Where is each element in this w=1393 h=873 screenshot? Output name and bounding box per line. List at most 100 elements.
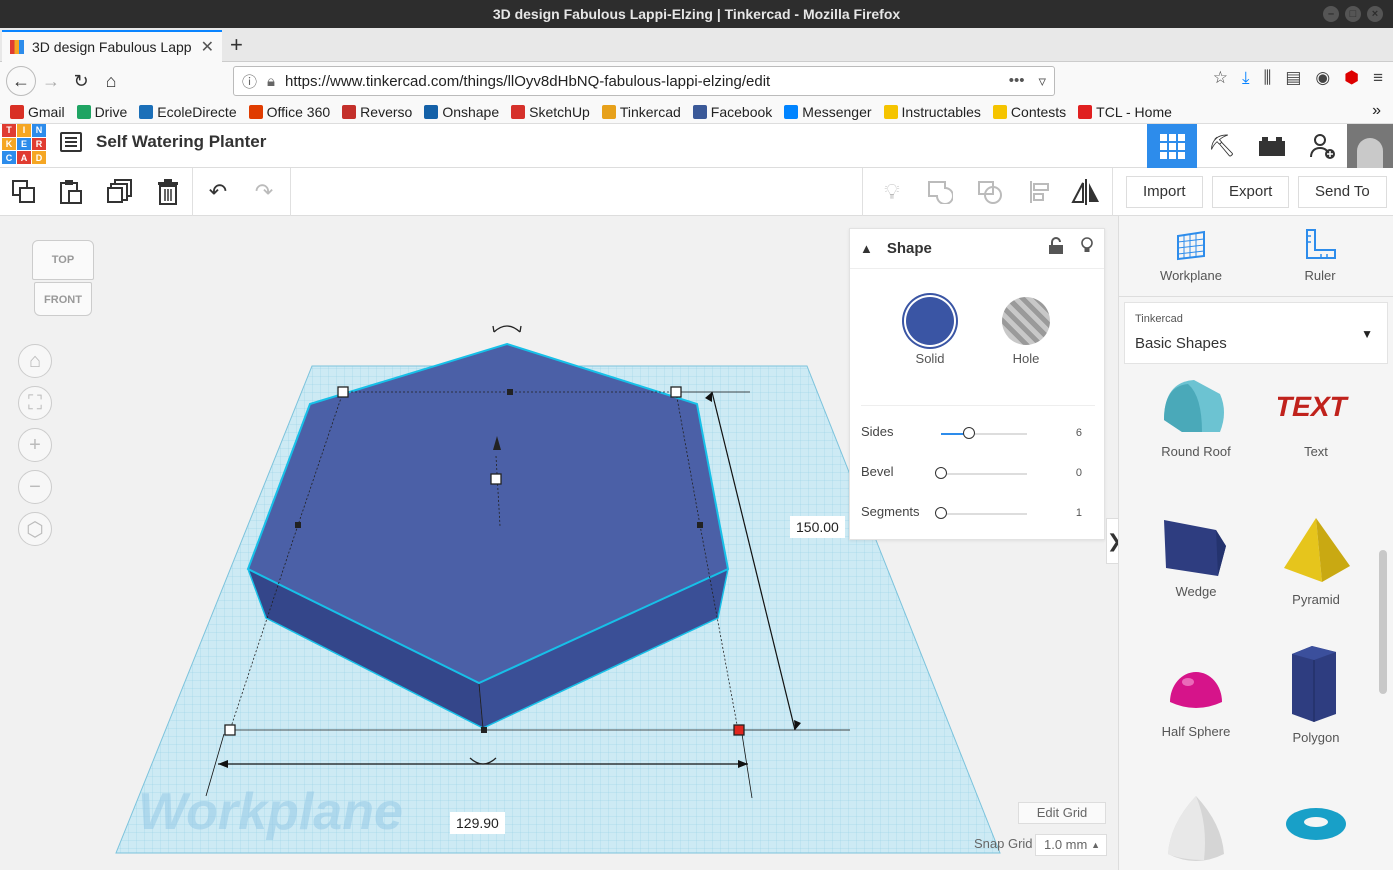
zoom-in-icon[interactable]: + bbox=[18, 428, 52, 462]
bookmark-tcl-home[interactable]: TCL - Home bbox=[1078, 104, 1172, 120]
bookmark-reverso[interactable]: Reverso bbox=[342, 104, 412, 120]
home-view-icon[interactable]: ⌂ bbox=[18, 344, 52, 378]
collapse-inspector-icon[interactable]: ▲ bbox=[860, 241, 873, 256]
zoom-out-icon[interactable]: − bbox=[18, 470, 52, 504]
maximize-icon[interactable]: □ bbox=[1345, 6, 1361, 22]
workplane-tool[interactable]: Workplane bbox=[1146, 228, 1236, 283]
close-window-icon[interactable]: × bbox=[1367, 6, 1383, 22]
reload-icon[interactable]: ↻ bbox=[66, 66, 96, 96]
undo-icon[interactable]: ↶ bbox=[202, 176, 234, 208]
copy-icon[interactable] bbox=[8, 176, 40, 208]
paste-icon[interactable] bbox=[55, 176, 87, 208]
shape-text[interactable]: TEXT Text bbox=[1261, 376, 1371, 459]
sides-slider-knob[interactable] bbox=[963, 427, 976, 439]
library-icon[interactable]: ⫼ bbox=[1264, 68, 1272, 88]
width-dimension-input[interactable]: 129.90 bbox=[450, 812, 505, 834]
back-icon[interactable]: ← bbox=[6, 66, 36, 96]
ruler-tool[interactable]: Ruler bbox=[1275, 228, 1365, 283]
group-icon[interactable] bbox=[924, 176, 956, 208]
segments-value[interactable]: 1 bbox=[1076, 507, 1082, 519]
solid-label[interactable]: Solid bbox=[890, 351, 970, 366]
app-header: TIN KER CAD Self Watering Planter ⛏ bbox=[0, 124, 1393, 168]
3d-view-grid-icon[interactable] bbox=[1147, 124, 1197, 168]
bookmark-tinkercad[interactable]: Tinkercad bbox=[601, 104, 681, 120]
ungroup-icon[interactable] bbox=[974, 176, 1006, 208]
bookmark-onshape[interactable]: Onshape bbox=[424, 104, 499, 120]
shape-torus[interactable] bbox=[1261, 794, 1371, 862]
bevel-slider-knob[interactable] bbox=[935, 467, 947, 479]
add-user-icon[interactable] bbox=[1297, 124, 1347, 168]
view-cube[interactable]: TOP FRONT bbox=[28, 240, 98, 318]
bevel-value[interactable]: 0 bbox=[1076, 467, 1082, 479]
bookmark-ecoledirecte[interactable]: EcoleDirecte bbox=[139, 104, 237, 120]
sides-value[interactable]: 6 bbox=[1076, 427, 1082, 439]
sides-slider[interactable] bbox=[941, 427, 1027, 439]
page-actions-icon[interactable]: ••• bbox=[1009, 72, 1025, 90]
shape-pyramid[interactable]: Pyramid bbox=[1261, 516, 1371, 607]
sidebar-scrollbar[interactable] bbox=[1379, 550, 1387, 694]
bevel-slider[interactable] bbox=[935, 467, 1027, 479]
unlock-icon[interactable] bbox=[1048, 237, 1064, 260]
pickaxe-icon[interactable]: ⛏ bbox=[1197, 124, 1247, 168]
new-tab-icon[interactable]: + bbox=[230, 32, 243, 58]
lightbulb-icon[interactable] bbox=[1080, 237, 1094, 260]
shape-half-sphere[interactable]: Half Sphere bbox=[1141, 656, 1251, 739]
bookmark-instructables[interactable]: Instructables bbox=[883, 104, 981, 120]
downloads-icon[interactable]: ⤓ bbox=[1242, 68, 1250, 88]
minimize-icon[interactable]: – bbox=[1323, 6, 1339, 22]
export-button[interactable]: Export bbox=[1212, 176, 1290, 208]
home-icon[interactable]: ⌂ bbox=[96, 66, 126, 96]
url-text[interactable]: https://www.tinkercad.com/things/llOyv8d… bbox=[285, 73, 770, 90]
url-bar[interactable]: ⓘ 🔒︎ https://www.tinkercad.com/things/ll… bbox=[233, 66, 1055, 96]
mirror-icon[interactable] bbox=[1070, 176, 1102, 208]
hole-label[interactable]: Hole bbox=[986, 351, 1066, 366]
notes-lightbulb-icon[interactable]: 💡︎ bbox=[876, 176, 908, 208]
close-tab-icon[interactable]: ✕ bbox=[201, 37, 214, 57]
account-icon[interactable]: ◉ bbox=[1315, 68, 1330, 88]
depth-dimension-input[interactable]: 150.00 bbox=[790, 516, 845, 538]
shape-polygon[interactable]: Polygon bbox=[1261, 644, 1371, 745]
hamburger-menu-icon[interactable]: ≡ bbox=[1373, 68, 1383, 88]
bookmark-drive[interactable]: Drive bbox=[76, 104, 127, 120]
browser-tab[interactable]: 3D design Fabulous Lapp ✕ bbox=[2, 30, 222, 62]
shape-round-roof[interactable]: Round Roof bbox=[1141, 376, 1251, 459]
bookmark-office-360[interactable]: Office 360 bbox=[248, 103, 331, 120]
send-to-button[interactable]: Send To bbox=[1298, 176, 1387, 208]
bookmark-label: Office 360 bbox=[266, 103, 331, 120]
perspective-icon[interactable]: ⬡ bbox=[18, 512, 52, 546]
segments-slider[interactable] bbox=[935, 507, 1027, 519]
align-icon[interactable] bbox=[1024, 176, 1056, 208]
bookmark-gmail[interactable]: Gmail bbox=[10, 104, 65, 120]
bookmark-star-icon[interactable]: ☆ bbox=[1213, 68, 1228, 88]
project-title[interactable]: Self Watering Planter bbox=[96, 132, 266, 152]
bookmark-contests[interactable]: Contests bbox=[992, 104, 1066, 120]
view-cube-top[interactable]: TOP bbox=[32, 240, 94, 280]
import-button[interactable]: Import bbox=[1126, 176, 1203, 208]
fit-view-icon[interactable]: ⛶ bbox=[18, 386, 52, 420]
redo-icon[interactable]: ↷ bbox=[248, 176, 280, 208]
forward-icon[interactable]: → bbox=[36, 66, 66, 96]
info-icon[interactable]: ⓘ bbox=[242, 71, 257, 92]
bricks-icon[interactable] bbox=[1247, 124, 1297, 168]
bookmark-facebook[interactable]: Facebook bbox=[692, 104, 772, 120]
duplicate-icon[interactable] bbox=[104, 176, 136, 208]
avatar[interactable] bbox=[1347, 124, 1393, 168]
view-cube-front[interactable]: FRONT bbox=[34, 282, 92, 316]
bookmarks-overflow-icon[interactable]: » bbox=[1372, 102, 1381, 120]
design-menu-icon[interactable] bbox=[60, 132, 82, 152]
shape-library-select[interactable]: Tinkercad Basic Shapes ▼ bbox=[1124, 302, 1388, 364]
solid-swatch[interactable] bbox=[906, 297, 954, 345]
snap-grid-select[interactable]: 1.0 mm ▲ bbox=[1035, 834, 1107, 856]
shape-wedge[interactable]: Wedge bbox=[1141, 516, 1251, 599]
tinkercad-logo[interactable]: TIN KER CAD bbox=[2, 124, 46, 164]
hole-swatch[interactable] bbox=[1002, 297, 1050, 345]
shape-paraboloid[interactable] bbox=[1141, 794, 1251, 870]
segments-slider-knob[interactable] bbox=[935, 507, 947, 519]
pocket-icon[interactable]: ▿ bbox=[1038, 72, 1046, 90]
bookmark-sketchup[interactable]: SketchUp bbox=[511, 104, 590, 120]
ublock-icon[interactable]: ⬢ bbox=[1344, 68, 1359, 88]
edit-grid-button[interactable]: Edit Grid bbox=[1018, 802, 1106, 824]
bookmark-messenger[interactable]: Messenger bbox=[784, 104, 872, 120]
sidebar-icon[interactable]: ▤ bbox=[1285, 68, 1301, 88]
delete-icon[interactable] bbox=[152, 176, 184, 208]
